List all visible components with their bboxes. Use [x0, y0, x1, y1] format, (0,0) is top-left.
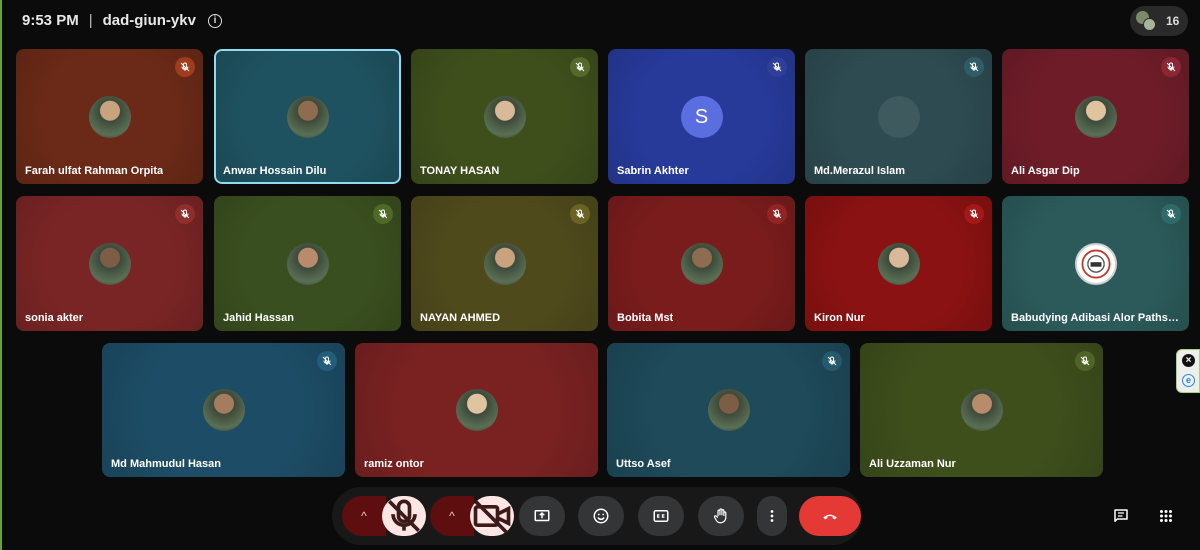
participant-tile[interactable]: Babudying Adibasi Alor Paths…: [1002, 196, 1189, 331]
avatar-photo: [202, 389, 245, 431]
avatar-photo: [286, 95, 329, 138]
participant-name: TONAY HASAN: [420, 165, 500, 177]
avatar-photo: [286, 242, 329, 285]
info-icon[interactable]: i: [207, 13, 222, 28]
hand-icon: [713, 508, 727, 524]
mic-off-icon: [964, 57, 984, 77]
present-icon: [534, 510, 550, 522]
reactions-button[interactable]: [578, 496, 624, 536]
avatar-photo: [483, 95, 526, 138]
avatar: [877, 95, 920, 138]
mic-off-icon: [964, 204, 984, 224]
avatar-photo: [455, 389, 498, 431]
avatar-photo: [88, 95, 131, 138]
participant-name: Ali Uzzaman Nur: [869, 458, 956, 470]
avatar-photo: [88, 242, 131, 285]
activities-button[interactable]: [1145, 495, 1187, 537]
mic-off-icon: [767, 204, 787, 224]
meeting-info: 9:53 PM | dad-giun-ykv i: [22, 12, 222, 29]
avatar-photo: [680, 242, 723, 285]
participant-name: Babudying Adibasi Alor Paths…: [1011, 312, 1179, 324]
captions-icon: [653, 510, 669, 522]
emoji-icon: [593, 508, 609, 524]
mic-off-icon: [175, 57, 195, 77]
mic-off-icon: [373, 204, 393, 224]
more-options-button[interactable]: [757, 496, 787, 536]
participant-name: Md.Merazul Islam: [814, 165, 906, 177]
caret-up-icon: ^: [449, 509, 455, 523]
camera-options-button[interactable]: ^: [430, 496, 474, 536]
participant-tile[interactable]: NAYAN AHMED: [411, 196, 598, 331]
people-avatars-icon: [1136, 11, 1156, 31]
more-vert-icon: [770, 510, 774, 522]
participant-tile[interactable]: Ali Uzzaman Nur: [860, 343, 1103, 477]
leave-call-button[interactable]: [799, 496, 861, 536]
participant-tile[interactable]: Ali Asgar Dip: [1002, 49, 1189, 184]
participant-name: Bobita Mst: [617, 312, 674, 324]
participant-name: Uttso Asef: [616, 458, 671, 470]
participant-tile[interactable]: Bobita Mst: [608, 196, 795, 331]
caret-up-icon: ^: [361, 509, 367, 523]
top-bar: 9:53 PM | dad-giun-ykv i 16: [2, 0, 1200, 42]
people-count: 16: [1166, 14, 1180, 28]
mic-off-icon: [1161, 204, 1181, 224]
mic-off-icon: [388, 499, 420, 532]
participant-tile[interactable]: Jahid Hassan: [214, 196, 401, 331]
extension-logo-icon[interactable]: e: [1182, 374, 1195, 387]
mic-options-button[interactable]: ^: [342, 496, 386, 536]
participant-tile[interactable]: Farah ulfat Rahman Orpita: [16, 49, 203, 184]
control-bar: ^ ^: [332, 487, 862, 545]
chat-icon: [1114, 509, 1128, 522]
raise-hand-button[interactable]: [698, 496, 744, 536]
avatar-photo: [483, 242, 526, 285]
participant-tile[interactable]: Anwar Hossain Dilu: [214, 49, 401, 184]
apps-grid-icon: [1160, 510, 1172, 522]
participant-name: Anwar Hossain Dilu: [223, 165, 327, 177]
avatar-photo: [1074, 95, 1117, 138]
participant-tile[interactable]: Uttso Asef: [607, 343, 850, 477]
camera-toggle-button[interactable]: [470, 496, 514, 536]
present-screen-button[interactable]: [519, 496, 565, 536]
avatar-photo: [960, 389, 1003, 431]
meeting-time: 9:53 PM: [22, 12, 79, 29]
hang-up-icon: [823, 514, 837, 520]
participant-name: Sabrin Akhter: [617, 165, 689, 177]
participant-name: Farah ulfat Rahman Orpita: [25, 165, 164, 177]
camera-off-icon: [473, 500, 511, 534]
meeting-separator: |: [88, 12, 93, 29]
participant-name: ramiz ontor: [364, 458, 424, 470]
mic-off-icon: [1161, 57, 1181, 77]
mic-off-icon: [570, 57, 590, 77]
captions-button[interactable]: [638, 496, 684, 536]
participant-name: Jahid Hassan: [223, 312, 294, 324]
extension-widget: × e: [1176, 349, 1200, 393]
mic-off-icon: [175, 204, 195, 224]
participant-tile[interactable]: Kiron Nur: [805, 196, 992, 331]
participant-name: Md Mahmudul Hasan: [111, 458, 222, 470]
participant-tile[interactable]: Md Mahmudul Hasan: [102, 343, 345, 477]
participant-tile[interactable]: ramiz ontor: [355, 343, 598, 477]
mic-off-icon: [822, 351, 842, 371]
mic-off-icon: [317, 351, 337, 371]
close-icon[interactable]: ×: [1182, 354, 1195, 367]
participant-tile[interactable]: TONAY HASAN: [411, 49, 598, 184]
avatar-photo: [877, 242, 920, 285]
avatar-photo: [707, 389, 750, 431]
mic-off-icon: [767, 57, 787, 77]
participant-name: Kiron Nur: [814, 312, 865, 324]
participant-name: Ali Asgar Dip: [1011, 165, 1080, 177]
participant-tile[interactable]: sonia akter: [16, 196, 203, 331]
mic-off-icon: [570, 204, 590, 224]
mic-off-icon: [1075, 351, 1095, 371]
participant-name: NAYAN AHMED: [420, 312, 501, 324]
participant-name: sonia akter: [25, 312, 84, 324]
people-button[interactable]: 16: [1130, 6, 1188, 36]
avatar-initial: S: [680, 95, 723, 138]
meeting-code: dad-giun-ykv: [102, 12, 196, 29]
participant-tile[interactable]: Md.Merazul Islam: [805, 49, 992, 184]
chat-button[interactable]: [1100, 495, 1142, 537]
avatar-logo: [1074, 242, 1117, 285]
participant-tile[interactable]: S Sabrin Akhter: [608, 49, 795, 184]
mic-toggle-button[interactable]: [382, 496, 426, 536]
